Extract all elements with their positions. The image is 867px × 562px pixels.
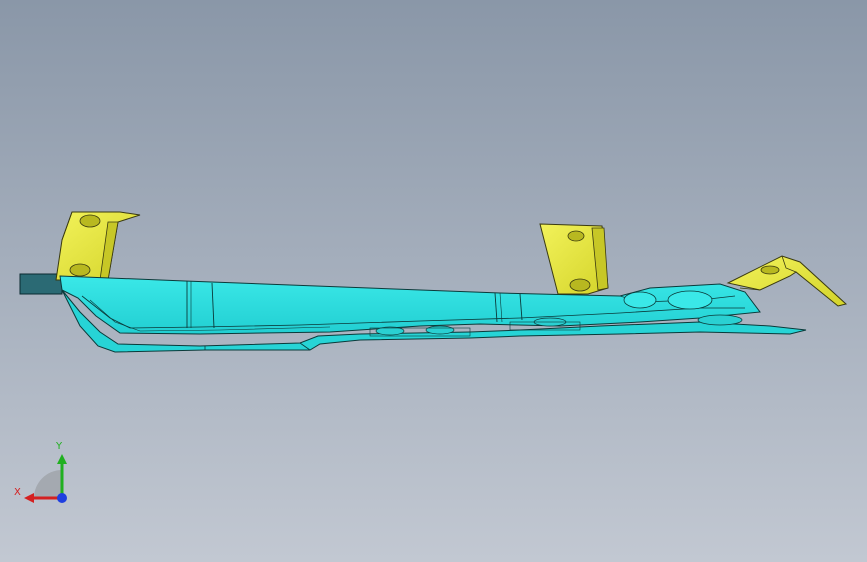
triad-graphic <box>24 454 67 503</box>
left-end-stub <box>19 273 63 295</box>
z-axis-dot <box>57 493 67 503</box>
orientation-triad[interactable]: Y X <box>12 440 82 510</box>
y-axis-arrow <box>57 454 67 464</box>
triad-plane-shade <box>34 470 62 498</box>
left-mount-tab <box>55 211 141 281</box>
middle-mount-tab <box>539 223 609 295</box>
y-axis-label: Y <box>56 441 63 452</box>
main-bracket-body <box>59 275 807 353</box>
x-axis-label: X <box>14 487 21 498</box>
x-axis-arrow <box>24 493 34 503</box>
graphics-viewport[interactable]: Y X <box>0 0 867 562</box>
cad-model[interactable] <box>0 0 867 562</box>
